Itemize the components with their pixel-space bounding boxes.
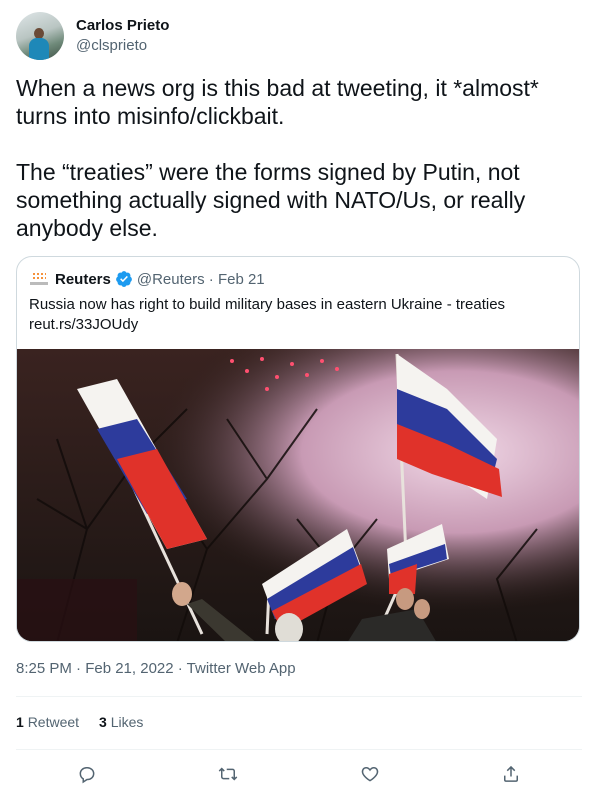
reuters-logo — [29, 269, 49, 289]
like-icon — [361, 766, 379, 782]
retweet-icon — [218, 767, 238, 781]
share-icon — [504, 765, 519, 782]
retweet-count[interactable]: 1 Retweet — [16, 714, 79, 730]
reuters-logo-dots — [32, 272, 46, 281]
tweet-timestamp[interactable]: 8:25 PM · Feb 21, 2022 · Twitter Web App — [16, 660, 296, 677]
quoted-tweet-header: Reuters @Reuters · Feb 21 — [29, 269, 265, 289]
action-bar — [16, 750, 582, 798]
like-button[interactable] — [353, 757, 387, 791]
retweet-button[interactable] — [211, 757, 245, 791]
tweet-header: Carlos Prieto @clsprieto — [16, 12, 169, 60]
author-names: Carlos Prieto @clsprieto — [76, 16, 169, 56]
retweet-count-number: 1 — [16, 714, 24, 730]
display-name[interactable]: Carlos Prieto — [76, 16, 169, 36]
tweet-stats: 1 Retweet 3 Likes — [16, 714, 163, 730]
flags-photo[interactable] — [17, 349, 580, 642]
like-count-number: 3 — [99, 714, 107, 730]
reuters-logo-wordmark — [30, 282, 48, 285]
quoted-meta[interactable]: @Reuters · Feb 21 — [137, 271, 265, 288]
retweet-count-label: Retweet — [27, 714, 80, 730]
reply-icon — [79, 767, 95, 784]
divider-top — [16, 696, 582, 697]
quoted-display-name: Reuters — [55, 270, 111, 288]
handle[interactable]: @clsprieto — [76, 36, 169, 56]
quoted-text: Russia now has right to build military b… — [29, 296, 506, 333]
like-count-label: Likes — [110, 714, 144, 730]
reply-button[interactable] — [70, 757, 104, 791]
tweet-text: When a news org is this bad at tweeting,… — [16, 75, 539, 241]
avatar[interactable] — [16, 12, 64, 60]
quoted-tweet[interactable]: Reuters @Reuters · Feb 21 Russia now has… — [16, 256, 580, 642]
verified-badge-icon — [115, 271, 132, 287]
like-count[interactable]: 3 Likes — [99, 714, 143, 730]
avatar-torso — [29, 38, 49, 60]
share-button[interactable] — [494, 757, 528, 791]
